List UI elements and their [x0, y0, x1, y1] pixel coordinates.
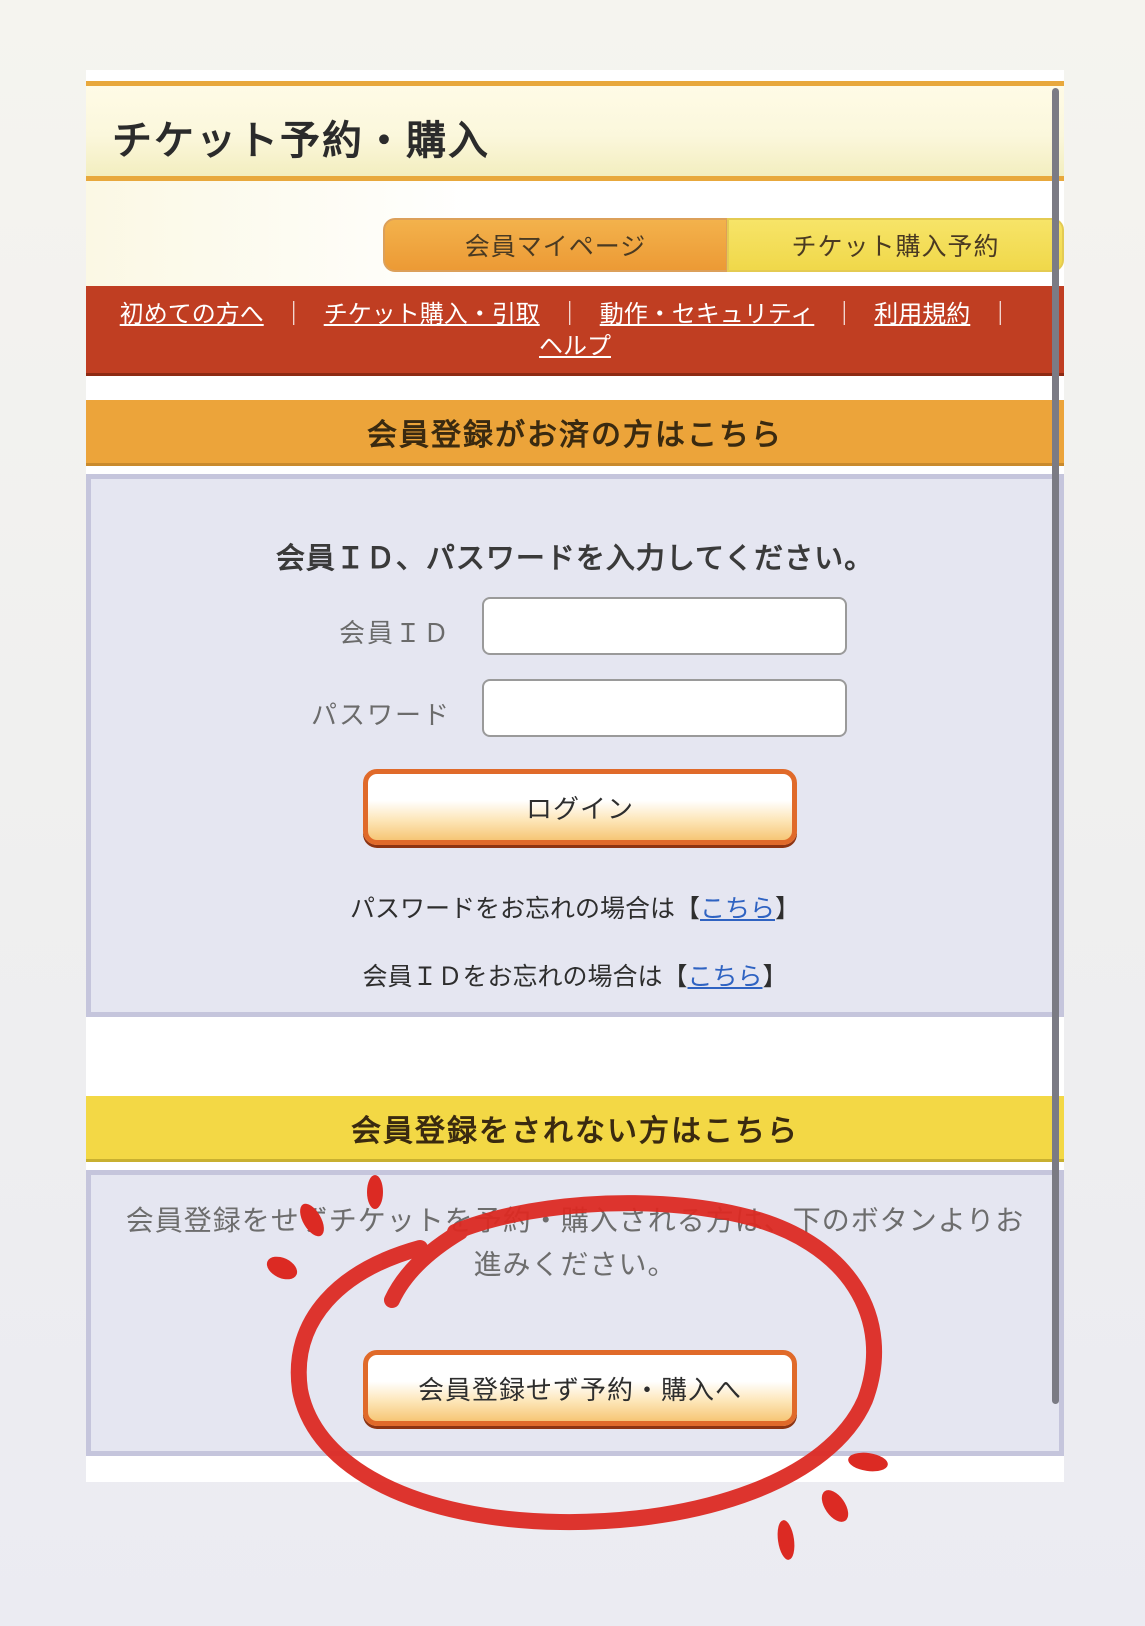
forgot-password-link[interactable]: こちら — [700, 895, 775, 923]
login-button[interactable]: ログイン — [363, 769, 797, 845]
guest-description: 会員登録をせずチケットを予約・購入される方は、下のボタンよりお進みください。 — [125, 1205, 1025, 1280]
member-id-label: 会員ＩＤ — [338, 618, 451, 648]
nav-link-help[interactable]: ヘルプ — [539, 333, 611, 360]
forgot-id-prefix: 会員ＩＤをお忘れの場合は【 — [362, 963, 688, 991]
page-title: チケット予約・購入 — [112, 118, 490, 164]
nav-link-purchase-pickup[interactable]: チケット購入・引取 — [324, 301, 540, 328]
forgot-password-suffix: 】 — [775, 895, 801, 923]
nav-separator: ｜ — [281, 301, 306, 328]
guest-section-header: 会員登録をされない方はこちら — [86, 1096, 1064, 1162]
nav-link-terms[interactable]: 利用規約 — [874, 301, 970, 328]
scrollbar[interactable] — [1052, 88, 1059, 1404]
burst-mark — [821, 1490, 849, 1522]
burst-mark — [777, 1520, 795, 1560]
tab-member-mypage[interactable]: 会員マイページ — [383, 218, 728, 272]
forgot-id-link[interactable]: こちら — [687, 963, 762, 991]
guest-panel: 会員登録をせずチケットを予約・購入される方は、下のボタンよりお進みください。 会… — [86, 1170, 1064, 1456]
forgot-id-suffix: 】 — [762, 963, 788, 991]
nav-bar: 初めての方へ ｜ チケット購入・引取 ｜ 動作・セキュリティ ｜ 利用規約 ｜ ヘルプ — [86, 286, 1064, 376]
forgot-id-text: 会員ＩＤをお忘れの場合は【こちら】 — [91, 957, 1059, 993]
nav-link-security[interactable]: 動作・セキュリティ — [600, 301, 815, 328]
nav-separator: ｜ — [557, 301, 582, 328]
member-section-header: 会員登録がお済の方はこちら — [86, 400, 1064, 466]
login-panel: 会員ＩＤ、パスワードを入力してください。 会員ＩＤ パスワード ログイン パスワ… — [86, 474, 1064, 1017]
tab-ticket-purchase[interactable]: チケット購入予約 — [727, 218, 1064, 272]
title-bar: チケット予約・購入 — [86, 81, 1064, 181]
forgot-password-prefix: パスワードをお忘れの場合は【 — [349, 895, 700, 923]
forgot-password-text: パスワードをお忘れの場合は【こちら】 — [91, 889, 1059, 925]
page-container: チケット予約・購入 会員マイページ チケット購入予約 初めての方へ ｜ チケット購入… — [86, 70, 1064, 1482]
password-input[interactable] — [482, 679, 847, 737]
guest-purchase-button[interactable]: 会員登録せず予約・購入へ — [363, 1350, 797, 1426]
nav-link-beginners[interactable]: 初めての方へ — [120, 301, 264, 328]
login-instruction: 会員ＩＤ、パスワードを入力してください。 — [275, 541, 875, 575]
password-label: パスワード — [310, 700, 451, 730]
nav-separator: ｜ — [988, 301, 1013, 328]
member-id-input[interactable] — [482, 597, 847, 655]
nav-separator: ｜ — [832, 301, 857, 328]
